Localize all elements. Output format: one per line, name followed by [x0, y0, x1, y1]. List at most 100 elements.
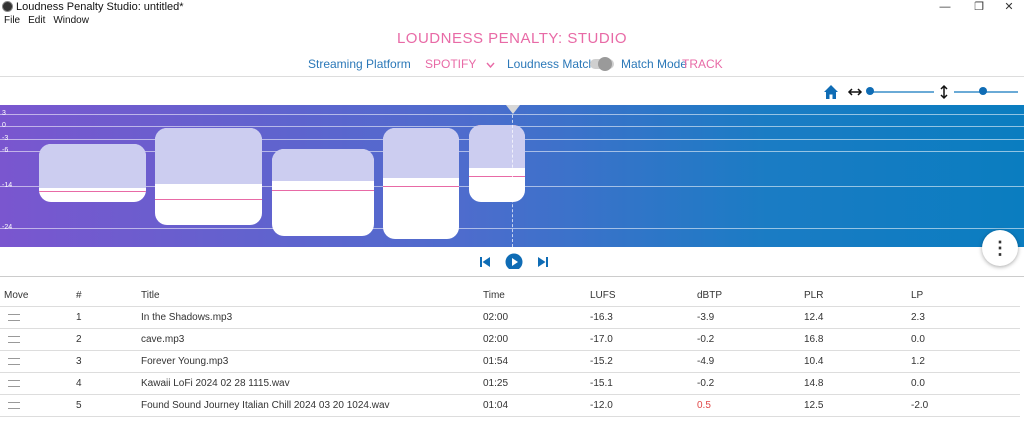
track-time: 01:25 [483, 372, 590, 395]
track-dbtp: -3.9 [697, 306, 804, 329]
table-row[interactable]: 2 cave.mp3 02:00 -17.0 -0.2 16.8 0.0 [0, 328, 1020, 351]
track-clip-5[interactable] [469, 125, 525, 202]
track-lufs: -15.2 [590, 350, 697, 373]
clip-lufs-line [39, 191, 146, 192]
clip-lufs-line [469, 176, 525, 177]
track-plr: 16.8 [804, 328, 911, 351]
track-number: 4 [76, 372, 141, 395]
table-header-row: Move # Title Time LUFS dBTP PLR LP [0, 284, 1020, 307]
track-plr: 14.8 [804, 372, 911, 395]
drag-handle-icon[interactable] [8, 313, 20, 321]
track-lufs: -12.0 [590, 394, 697, 417]
match-mode-label: Match Mode [621, 57, 688, 71]
column-header-move[interactable]: Move [0, 284, 76, 307]
clip-loudness-fill [469, 125, 525, 168]
vertical-zoom-handle[interactable] [978, 87, 987, 95]
window-title: Loudness Penalty Studio: untitled* [16, 1, 184, 13]
track-time: 02:00 [483, 328, 590, 351]
clip-loudness-fill [383, 128, 459, 178]
playhead-line [512, 105, 513, 247]
clip-loudness-fill [39, 144, 146, 188]
track-clip-4[interactable] [383, 128, 459, 239]
track-plr: 12.4 [804, 306, 911, 329]
close-button[interactable]: ✕ [994, 0, 1024, 14]
track-dbtp-warning: 0.5 [697, 394, 804, 417]
loudness-match-label: Loudness Match [507, 57, 596, 71]
drag-handle-icon[interactable] [8, 401, 20, 409]
divider [0, 76, 1024, 77]
track-time: 02:00 [483, 306, 590, 329]
track-clip-3[interactable] [272, 149, 374, 236]
track-dbtp: -0.2 [697, 328, 804, 351]
db-tick-label: 0 [2, 122, 6, 129]
db-tick-label: -3 [2, 135, 9, 142]
drag-handle-icon[interactable] [8, 335, 20, 343]
track-dbtp: -4.9 [697, 350, 804, 373]
column-header-dbtp[interactable]: dBTP [697, 284, 804, 307]
loudness-match-toggle[interactable] [590, 57, 614, 71]
track-lp: 0.0 [911, 328, 1020, 351]
track-title: Kawaii LoFi 2024 02 28 1115.wav [141, 372, 483, 395]
skip-previous-icon[interactable] [478, 254, 492, 270]
horizontal-zoom-icon [847, 88, 863, 96]
track-clip-1[interactable] [39, 144, 146, 202]
menu-file[interactable]: File [4, 15, 20, 26]
track-lp: 2.3 [911, 306, 1020, 329]
track-clip-2[interactable] [155, 128, 262, 225]
clip-lufs-line [383, 186, 459, 187]
maximize-button[interactable]: ❐ [964, 0, 994, 14]
menu-edit[interactable]: Edit [28, 15, 45, 26]
table-row[interactable]: 1 In the Shadows.mp3 02:00 -16.3 -3.9 12… [0, 306, 1020, 329]
table-row[interactable]: 3 Forever Young.mp3 01:54 -15.2 -4.9 10.… [0, 350, 1020, 373]
db-tick-label: 3 [2, 110, 6, 117]
horizontal-zoom-handle[interactable] [866, 87, 874, 95]
minimize-button[interactable]: — [930, 0, 960, 14]
column-header-plr[interactable]: PLR [804, 284, 911, 307]
track-plr: 10.4 [804, 350, 911, 373]
column-header-time[interactable]: Time [483, 284, 590, 307]
track-title: In the Shadows.mp3 [141, 306, 483, 329]
platform-value: SPOTIFY [425, 57, 477, 71]
play-icon[interactable] [505, 253, 523, 269]
db-tick-label: -6 [2, 147, 9, 154]
playhead-handle[interactable] [506, 105, 520, 114]
loudness-waveform-view[interactable]: 3 0 -3 -6 -14 -24 [0, 105, 1024, 247]
app-icon [2, 1, 13, 12]
window-titlebar: Loudness Penalty Studio: untitled* — ❐ ✕ [0, 0, 1024, 14]
app-title: LOUDNESS PENALTY: STUDIO [396, 30, 628, 47]
track-dbtp: -0.2 [697, 372, 804, 395]
platform-select[interactable]: SPOTIFY [425, 56, 495, 72]
db-tick-label: -24 [2, 224, 13, 231]
track-lufs: -17.0 [590, 328, 697, 351]
track-lufs: -15.1 [590, 372, 697, 395]
column-header-title[interactable]: Title [141, 284, 483, 307]
table-row[interactable]: 5 Found Sound Journey Italian Chill 2024… [0, 394, 1020, 417]
track-lp: 1.2 [911, 350, 1020, 373]
table-row[interactable]: 4 Kawaii LoFi 2024 02 28 1115.wav 01:25 … [0, 372, 1020, 395]
column-header-number[interactable]: # [76, 284, 141, 307]
home-icon[interactable] [823, 84, 839, 100]
track-time: 01:04 [483, 394, 590, 417]
horizontal-zoom-slider[interactable] [870, 91, 934, 93]
skip-next-icon[interactable] [536, 254, 550, 270]
more-options-button[interactable]: ⋮ [982, 230, 1018, 266]
track-lp: 0.0 [911, 372, 1020, 395]
track-title: Found Sound Journey Italian Chill 2024 0… [141, 394, 483, 417]
chevron-down-icon [486, 62, 495, 68]
drag-handle-icon[interactable] [8, 379, 20, 387]
menu-window[interactable]: Window [53, 15, 89, 26]
column-header-lp[interactable]: LP [911, 284, 1020, 307]
track-number: 1 [76, 306, 141, 329]
track-number: 5 [76, 394, 141, 417]
drag-handle-icon[interactable] [8, 357, 20, 365]
column-header-lufs[interactable]: LUFS [590, 284, 697, 307]
track-table: Move # Title Time LUFS dBTP PLR LP 1 In … [0, 284, 1020, 417]
clip-loudness-fill [272, 149, 374, 181]
db-tick-label: -14 [2, 182, 13, 189]
track-number: 3 [76, 350, 141, 373]
track-title: Forever Young.mp3 [141, 350, 483, 373]
match-mode-value[interactable]: TRACK [682, 56, 723, 72]
track-time: 01:54 [483, 350, 590, 373]
track-lp: -2.0 [911, 394, 1020, 417]
streaming-platform-label: Streaming Platform [308, 57, 411, 71]
